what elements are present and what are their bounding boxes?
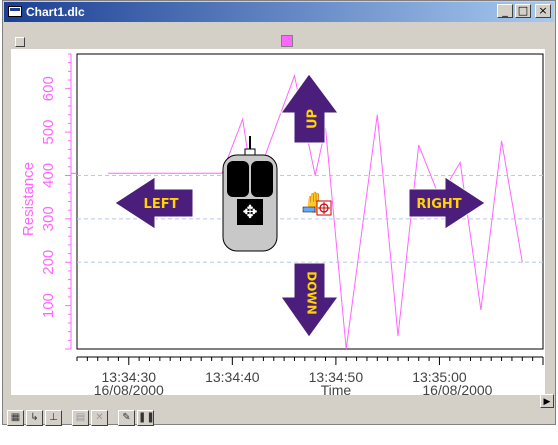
window-title: Chart1.dlc: [26, 5, 85, 19]
chart-window: Chart1.dlc _ □ × 100 200 300 400 500 600 Resis…: [2, 0, 556, 426]
chart-toolbar: ▦ ↳ ⊥ ▤ ✕ ✎ ❚❚: [7, 409, 155, 426]
y-tick-label: 500: [40, 120, 57, 145]
tool-chart-button[interactable]: ▦: [7, 409, 24, 426]
window-controls: _ □ ×: [497, 4, 551, 18]
y-tick-label: 300: [40, 206, 57, 231]
tool-axis-button[interactable]: ⊥: [45, 409, 62, 426]
scroll-right-button[interactable]: ▶: [540, 394, 554, 408]
chart-corner-button[interactable]: [15, 37, 25, 47]
x-axis-label: Time: [321, 382, 352, 395]
tool-pause-button[interactable]: ❚❚: [137, 409, 155, 426]
mouse-left-button: [227, 161, 249, 197]
cursor-base: [302, 206, 316, 213]
up-label: UP: [306, 109, 321, 129]
maximize-button[interactable]: □: [515, 4, 531, 18]
y-axis-label: Resistance: [20, 162, 37, 236]
y-tick-label: 400: [40, 163, 57, 188]
chart-area[interactable]: 100 200 300 400 500 600 Resistance 13:34:30 16/0…: [11, 49, 545, 395]
move-arrows-icon: ✥: [242, 202, 257, 223]
x-tick-date: 16/08/2000: [422, 382, 492, 395]
tool-edit-button[interactable]: ✎: [118, 409, 135, 426]
tool-copy-button[interactable]: ▤: [72, 409, 89, 426]
y-tick-label: 200: [40, 250, 57, 275]
window-icon: [8, 6, 22, 17]
mouse-right-button: [251, 161, 273, 197]
mouse-connector: [244, 148, 256, 156]
y-tick-label: 100: [40, 293, 57, 318]
x-tick-date: 16/08/2000: [94, 382, 164, 395]
chart-svg: 100200300400500600Resistance13:34:3016/0…: [20, 53, 544, 395]
tool-axis-xy-button[interactable]: ↳: [26, 409, 43, 426]
minimize-button[interactable]: _: [497, 4, 513, 18]
left-label: LEFT: [144, 197, 179, 212]
close-button[interactable]: ×: [535, 4, 551, 18]
x-tick-label: 13:34:40: [205, 369, 260, 385]
right-label: RIGHT: [416, 197, 461, 212]
down-label: DOWN: [305, 271, 319, 314]
tool-delete-button[interactable]: ✕: [91, 409, 108, 426]
y-tick-label: 600: [40, 76, 57, 101]
series-marker[interactable]: [281, 35, 293, 47]
title-bar[interactable]: Chart1.dlc _ □ ×: [4, 2, 554, 22]
